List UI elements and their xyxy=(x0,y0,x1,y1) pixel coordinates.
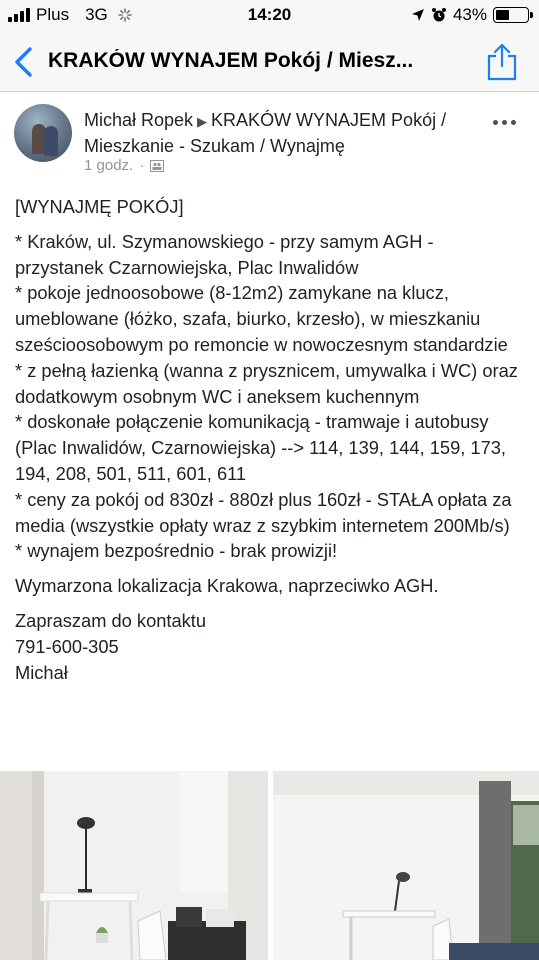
more-horizontal-icon xyxy=(493,119,498,125)
navigation-bar: KRAKÓW WYNAJEM Pokój / Miesz... xyxy=(0,32,539,92)
location-arrow-icon xyxy=(411,9,424,21)
contact-line: Zapraszam do kontaktu xyxy=(15,609,207,631)
signature: Michał xyxy=(15,661,68,683)
post-meta: 1 godz. · xyxy=(84,157,165,174)
share-icon xyxy=(487,43,517,81)
bullet-no-commission: * wynajem bezpośrednio - brak prowizji! xyxy=(15,540,338,562)
page-title: KRAKÓW WYNAJEM Pokój / Miesz... xyxy=(48,49,414,72)
bullet-rooms: * pokoje jednoosobowe (8-12m2) zamykane … xyxy=(15,282,508,355)
chevron-left-icon xyxy=(15,47,32,77)
alarm-clock-icon xyxy=(431,8,446,22)
post-header: Michał Ropek ▶ KRAKÓW WYNAJEM Pokój / Mies… xyxy=(84,108,484,158)
avatar[interactable] xyxy=(14,104,72,162)
post-body: [WYNAJMĘ POKÓJ] * Kraków, ul. Szymanowsk… xyxy=(15,194,527,685)
bullet-bathroom: * z pełną łazienką (wanna z prysznicem, … xyxy=(15,359,518,407)
caret-right-icon: ▶ xyxy=(197,114,208,129)
bullet-location: * Kraków, ul. Szymanowskiego - przy samy… xyxy=(15,230,434,278)
battery-icon xyxy=(493,7,533,23)
battery-level-fill xyxy=(496,10,509,20)
room-photo-2[interactable] xyxy=(273,771,539,960)
author-name[interactable]: Michał Ropek xyxy=(84,110,193,130)
room-photo-1[interactable] xyxy=(0,771,268,960)
meta-separator: · xyxy=(139,157,145,174)
room-photo-2-image xyxy=(273,771,539,960)
bullet-prices: * ceny za pokój od 830zł - 880zł plus 16… xyxy=(15,488,512,536)
room-photo-1-image xyxy=(0,771,268,960)
battery-percent: 43% xyxy=(452,5,487,24)
back-button[interactable] xyxy=(10,44,38,80)
status-right: 43% xyxy=(411,5,533,25)
location-note: Wymarzona lokalizacja Krakowa, naprzeciw… xyxy=(15,575,439,597)
more-options-button[interactable] xyxy=(493,114,521,130)
share-button[interactable] xyxy=(485,42,519,82)
phone-number[interactable]: 791-600-305 xyxy=(15,634,527,660)
group-audience-icon xyxy=(150,159,165,172)
post-heading: [WYNAJMĘ POKÓJ] xyxy=(15,196,184,217)
bullet-transport: * doskonałe połączenie komunikacją - tra… xyxy=(15,411,506,484)
status-bar: Plus 3G 14:20 43% xyxy=(0,0,539,32)
post-time[interactable]: 1 godz. xyxy=(84,157,133,174)
